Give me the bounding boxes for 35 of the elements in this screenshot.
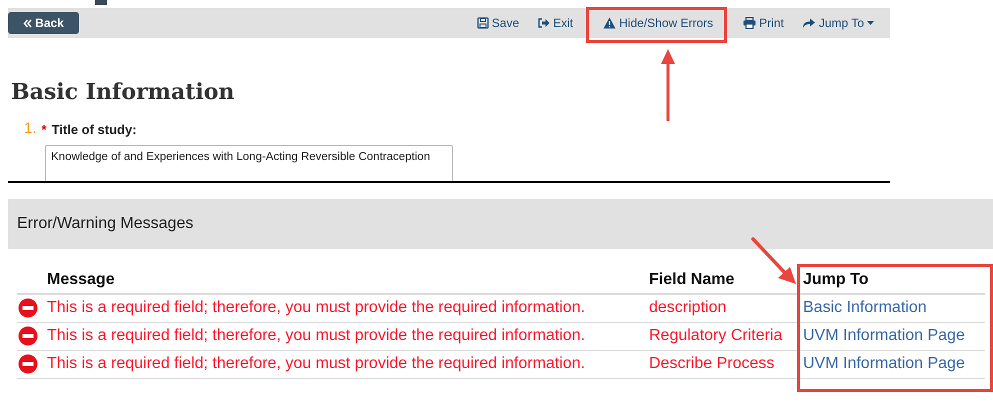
field-name-cell-text: description (649, 298, 728, 318)
column-header: Message (47, 270, 116, 290)
annotation-arrow (660, 49, 676, 121)
panel-title: Error/Warning Messages (17, 214, 194, 234)
error-icon (18, 298, 38, 318)
jump-to-link[interactable]: Basic Information (803, 296, 927, 320)
column-header: Jump To (803, 270, 868, 290)
error-icon (18, 326, 38, 346)
question-label: Title of study: (52, 120, 137, 139)
partial-element (95, 0, 107, 5)
page-title: Basic Information (11, 78, 236, 106)
field-name-cell-text: Regulatory Criteria (649, 326, 784, 346)
message-cell-text: This is a required field; therefore, you must provide the required information. (47, 354, 586, 374)
error-icon (18, 354, 38, 374)
message-cell-text: This is a required field; therefore, you must provide the required information. (47, 298, 586, 318)
question-number: 1. (24, 119, 37, 139)
printer-icon (743, 17, 756, 29)
double-chevron-left-icon (23, 18, 32, 28)
jump-button[interactable]: Jump To (802, 14, 874, 32)
exit-icon (537, 17, 550, 29)
warning-icon (603, 17, 616, 29)
caret-down-icon (867, 21, 874, 25)
required-mark: * (42, 120, 47, 138)
jump-to-link[interactable]: UVM Information Page (803, 324, 965, 348)
print-button[interactable]: Print (743, 14, 784, 32)
save-button[interactable]: Save (476, 14, 520, 32)
column-header: Field Name (649, 270, 736, 290)
message-cell-text: This is a required field; therefore, you must provide the required information. (47, 326, 586, 346)
share-arrow-icon (802, 17, 816, 29)
annotation-arrow (750, 236, 798, 286)
back-button[interactable]: Back (8, 12, 79, 34)
jump-to-link[interactable]: UVM Information Page (803, 352, 965, 376)
field-name-cell-text: Describe Process (649, 354, 776, 374)
errors-button[interactable]: Hide/Show Errors (591, 14, 726, 32)
exit-button[interactable]: Exit (537, 14, 574, 32)
